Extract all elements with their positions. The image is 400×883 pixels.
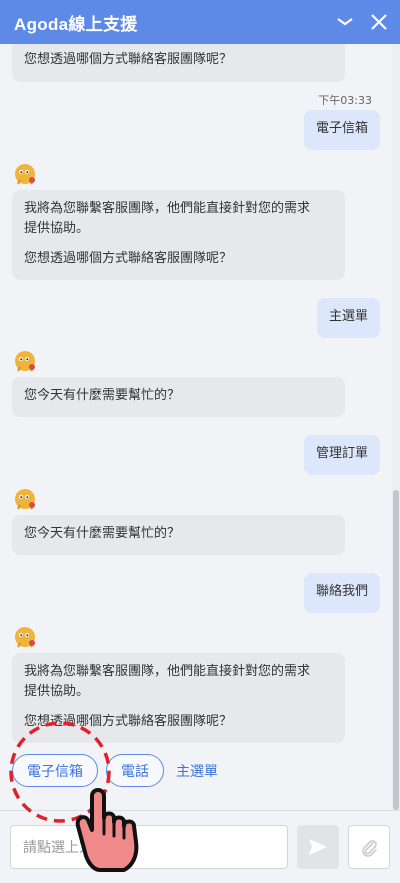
- user-message: 聯絡我們: [303, 573, 380, 613]
- bot-message: 我將為您聯繫客服團隊，他們能直接針對您的需求 提供協助。 您想透過哪個方式聯絡客服…: [12, 190, 345, 280]
- phone-option-button[interactable]: 電話: [106, 754, 164, 787]
- user-message: 管理訂單: [303, 435, 380, 475]
- chat-scrollbar[interactable]: [392, 44, 400, 810]
- user-message: 主選單: [316, 298, 380, 338]
- chat-transcript[interactable]: 您想透過哪個方式聯絡客服團隊呢？ 下午03:33 電子信箱 我將為您聯繫客服團隊…: [0, 44, 392, 810]
- bot-message: 您想透過哪個方式聯絡客服團隊呢？: [12, 44, 345, 82]
- email-option-button[interactable]: 電子信箱: [12, 754, 98, 787]
- message-timestamp: 下午03:33: [318, 94, 372, 107]
- scrollbar-thumb[interactable]: [393, 490, 399, 810]
- agoda-mascot-icon: [15, 351, 35, 372]
- chat-footer: 請點選上方: [0, 810, 400, 883]
- quick-reply-options: 電子信箱 電話 主選單: [12, 754, 218, 787]
- main-menu-link[interactable]: 主選單: [176, 761, 218, 781]
- bot-message: 您今天有什麼需要幫忙的？: [12, 377, 345, 417]
- attach-button[interactable]: [348, 825, 390, 869]
- paperclip-icon: [362, 840, 377, 857]
- bot-message: 我將為您聯繫客服團隊，他們能直接針對您的需求 提供協助。 您想透過哪個方式聯絡客服…: [12, 653, 345, 743]
- send-button[interactable]: [297, 825, 339, 869]
- message-input[interactable]: 請點選上方: [10, 825, 288, 869]
- agoda-mascot-icon: [15, 627, 35, 648]
- agoda-mascot-icon: [15, 489, 35, 510]
- minimize-icon[interactable]: [332, 9, 358, 35]
- send-icon: [309, 839, 327, 855]
- chat-header: Agoda線上支援: [0, 0, 400, 44]
- agoda-mascot-icon: [15, 164, 35, 185]
- chat-title: Agoda線上支援: [14, 14, 138, 34]
- bot-message: 您今天有什麼需要幫忙的？: [12, 515, 345, 555]
- input-placeholder: 請點選上方: [23, 840, 93, 856]
- user-message: 電子信箱: [303, 110, 380, 150]
- close-icon[interactable]: [366, 9, 392, 35]
